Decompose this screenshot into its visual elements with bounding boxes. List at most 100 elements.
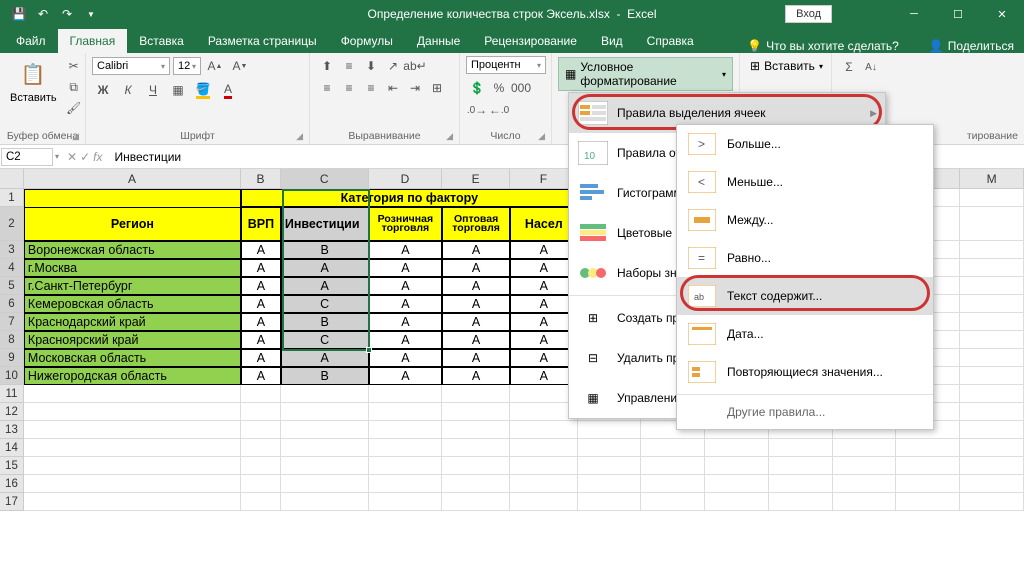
cell[interactable] <box>960 313 1024 331</box>
cell[interactable] <box>510 457 578 475</box>
conditional-formatting-button[interactable]: ▦ Условное форматирование▾ <box>558 57 733 91</box>
maximize-icon[interactable]: ☐ <box>936 0 980 28</box>
align-right-icon[interactable]: ≡ <box>360 78 382 98</box>
header-region[interactable]: Регион <box>24 207 241 241</box>
increase-indent-icon[interactable]: ⇥ <box>404 78 426 98</box>
region-cell[interactable]: Краснодарский край <box>24 313 241 331</box>
cell[interactable] <box>833 439 897 457</box>
cell[interactable] <box>641 475 705 493</box>
cell[interactable] <box>960 367 1024 385</box>
cell[interactable]: A <box>442 313 510 331</box>
cell[interactable]: A <box>241 259 281 277</box>
header-vrp[interactable]: ВРП <box>241 207 281 241</box>
qat-customize-icon[interactable]: ▼ <box>80 3 102 25</box>
cell[interactable] <box>24 403 241 421</box>
cell[interactable]: A <box>442 367 510 385</box>
submenu-greater-than[interactable]: >Больше... <box>677 125 933 163</box>
align-middle-icon[interactable]: ≡ <box>338 56 360 76</box>
cell[interactable] <box>833 493 897 511</box>
accounting-icon[interactable]: 💲 <box>466 78 488 98</box>
submenu-equal-to[interactable]: =Равно... <box>677 239 933 277</box>
dialog-launcher-icon[interactable]: ◢ <box>296 131 303 142</box>
row-header[interactable]: 12 <box>0 403 24 421</box>
cell[interactable]: A <box>241 295 281 313</box>
cell[interactable] <box>960 295 1024 313</box>
cell[interactable] <box>24 385 241 403</box>
tab-file[interactable]: Файл <box>4 29 58 53</box>
cell[interactable]: A <box>241 313 281 331</box>
region-cell[interactable]: Воронежская область <box>24 241 241 259</box>
underline-button[interactable]: Ч <box>142 80 164 100</box>
cell[interactable] <box>833 475 897 493</box>
cell[interactable] <box>369 403 443 421</box>
cell[interactable] <box>24 421 241 439</box>
cell[interactable] <box>442 493 510 511</box>
cell[interactable] <box>578 439 642 457</box>
cell[interactable] <box>369 457 443 475</box>
cell[interactable] <box>705 493 769 511</box>
cell[interactable] <box>705 439 769 457</box>
cell[interactable] <box>896 439 960 457</box>
cell[interactable]: B <box>281 241 369 259</box>
cell[interactable]: A <box>241 331 281 349</box>
merge-icon[interactable]: ⊞ <box>426 78 448 98</box>
cell[interactable]: A <box>369 295 443 313</box>
cell[interactable] <box>241 457 281 475</box>
cell[interactable]: A <box>442 277 510 295</box>
paste-button[interactable]: 📋 Вставить <box>6 56 61 106</box>
header-region[interactable] <box>24 189 241 207</box>
region-cell[interactable]: Кемеровская область <box>24 295 241 313</box>
cell[interactable] <box>442 439 510 457</box>
cell[interactable] <box>705 475 769 493</box>
cell[interactable]: A <box>241 277 281 295</box>
submenu-more-rules[interactable]: Другие правила... <box>677 398 933 429</box>
align-center-icon[interactable]: ≡ <box>338 78 360 98</box>
login-button[interactable]: Вход <box>785 5 832 23</box>
cell[interactable] <box>960 241 1024 259</box>
cell[interactable] <box>510 421 578 439</box>
fill-handle[interactable] <box>366 347 372 353</box>
col-header[interactable]: C <box>281 169 369 188</box>
row-header[interactable]: 17 <box>0 493 24 511</box>
tab-home[interactable]: Главная <box>58 29 128 53</box>
select-all-corner[interactable] <box>0 169 24 188</box>
region-cell[interactable]: Красноярский край <box>24 331 241 349</box>
header-invest[interactable]: Инвестиции <box>281 207 369 241</box>
row-header[interactable]: 3 <box>0 241 24 259</box>
cell[interactable] <box>641 457 705 475</box>
cell[interactable]: A <box>369 259 443 277</box>
fx-icon[interactable]: fx <box>93 150 102 164</box>
region-cell[interactable]: Нижегородская область <box>24 367 241 385</box>
cell[interactable]: A <box>369 367 443 385</box>
cell[interactable]: A <box>369 313 443 331</box>
cell[interactable] <box>833 457 897 475</box>
share-button[interactable]: 👤Поделиться <box>929 39 1014 53</box>
cell[interactable] <box>578 421 642 439</box>
undo-icon[interactable]: ↶ <box>32 3 54 25</box>
sort-filter-icon[interactable]: A↓ <box>860 57 882 77</box>
cell[interactable] <box>24 457 241 475</box>
submenu-duplicate-values[interactable]: Повторяющиеся значения... <box>677 353 933 391</box>
cell[interactable] <box>369 421 443 439</box>
cell[interactable] <box>369 493 443 511</box>
italic-button[interactable]: К <box>117 80 139 100</box>
align-left-icon[interactable]: ≡ <box>316 78 338 98</box>
row-header[interactable]: 8 <box>0 331 24 349</box>
increase-decimal-icon[interactable]: .0→ <box>466 100 488 120</box>
cell[interactable] <box>442 403 510 421</box>
dialog-launcher-icon[interactable]: ◢ <box>538 131 545 142</box>
cell[interactable] <box>442 475 510 493</box>
orientation-icon[interactable]: ↗ <box>382 56 404 76</box>
cell[interactable]: A <box>442 331 510 349</box>
row-header[interactable]: 1 <box>0 189 24 207</box>
cell[interactable] <box>960 403 1024 421</box>
decrease-font-icon[interactable]: A▼ <box>229 56 251 76</box>
cell[interactable] <box>510 493 578 511</box>
redo-icon[interactable]: ↷ <box>56 3 78 25</box>
cell[interactable] <box>960 331 1024 349</box>
row-header[interactable]: 4 <box>0 259 24 277</box>
submenu-less-than[interactable]: <Меньше... <box>677 163 933 201</box>
cell[interactable] <box>281 421 369 439</box>
cell[interactable] <box>641 493 705 511</box>
wrap-text-icon[interactable]: ab↵ <box>404 56 426 76</box>
